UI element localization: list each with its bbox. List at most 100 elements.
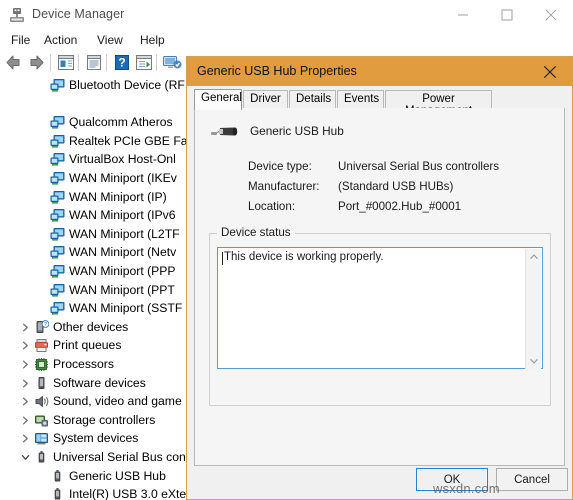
tree-item-label: Bluetooth Device (RF: [69, 78, 185, 92]
window-title: Device Manager: [32, 7, 125, 21]
usb-device-icon: [50, 487, 65, 500]
svg-text:?: ?: [44, 322, 47, 328]
tree-item[interactable]: Generic USB Hub: [0, 467, 200, 486]
device-status-textbox[interactable]: This device is working properly.: [217, 247, 543, 369]
usb-hub-icon: [208, 120, 240, 146]
forward-arrow-icon[interactable]: [25, 52, 47, 73]
device-status-label: Device status: [217, 226, 295, 239]
tab-details[interactable]: Details: [289, 90, 336, 109]
dialog-title: Generic USB Hub Properties: [197, 64, 357, 78]
network-adapter-icon: [50, 264, 65, 279]
network-adapter-icon: [50, 171, 65, 186]
chevron-down-icon[interactable]: [526, 353, 542, 369]
usb-controller-icon: [34, 450, 49, 465]
tree-item-label: Storage controllers: [53, 412, 156, 427]
tree-item-label: WAN Miniport (SSTF: [69, 301, 183, 316]
tree-item[interactable]: Universal Serial Bus con: [0, 448, 200, 467]
menubar: File Action View Help: [0, 29, 573, 50]
network-adapter-icon: [50, 245, 65, 260]
tree-item[interactable]: Bluetooth Device (RF: [0, 76, 200, 95]
chevron-right-icon[interactable]: [21, 322, 30, 333]
tree-item[interactable]: WAN Miniport (Netv: [0, 243, 200, 262]
software-device-icon: [34, 376, 49, 391]
tree-item-label: Print queues: [53, 338, 122, 353]
cancel-button[interactable]: Cancel: [496, 468, 568, 491]
chevron-right-icon[interactable]: [21, 415, 30, 426]
network-adapter-icon: [50, 301, 65, 316]
tree-item[interactable]: WAN Miniport (IPv6: [0, 206, 200, 225]
chevron-right-icon[interactable]: [21, 396, 30, 407]
dialog-close-button[interactable]: [528, 57, 572, 86]
back-arrow-icon[interactable]: [3, 52, 25, 73]
network-adapter-icon: [50, 152, 65, 167]
scan-hardware-icon[interactable]: [133, 52, 155, 73]
tree-item[interactable]: WAN Miniport (PPT: [0, 281, 200, 300]
dialog-tabstrip: GeneralDriverDetailsEventsPower Manageme…: [194, 89, 565, 117]
tree-item-label: WAN Miniport (IPv6: [69, 208, 176, 223]
maximize-button[interactable]: [485, 0, 529, 30]
tree-item-label: WAN Miniport (L2TF: [69, 226, 180, 241]
network-adapter-icon: [50, 115, 65, 130]
properties-icon[interactable]: [55, 52, 77, 73]
chevron-right-icon[interactable]: [21, 378, 30, 389]
menu-item-file[interactable]: File: [6, 32, 35, 48]
tree-item-label: WAN Miniport (PPT: [69, 282, 175, 297]
tree-item[interactable]: ? Other devices: [0, 318, 200, 337]
tree-item[interactable]: WAN Miniport (SSTF: [0, 299, 200, 318]
chevron-right-icon[interactable]: [21, 340, 30, 351]
tree-item-label: Realtek PCIe GBE Fa: [69, 133, 188, 148]
device-type-value: Universal Serial Bus controllers: [338, 160, 500, 173]
tree-item[interactable]: WAN Miniport (PPP: [0, 262, 200, 281]
help-icon[interactable]: ?: [111, 52, 133, 73]
tree-item-label: System devices: [53, 431, 139, 446]
update-driver-icon[interactable]: [161, 52, 183, 73]
tab-events[interactable]: Events: [337, 90, 384, 109]
dialog-titlebar: Generic USB Hub Properties: [187, 57, 572, 86]
device-status-text: This device is working properly.: [224, 251, 384, 263]
tab-driver[interactable]: Driver: [243, 90, 288, 109]
screenshot-root: Device Manager File Action View Help ? B…: [0, 0, 573, 500]
generic-usb-hub-properties-dialog: Generic USB Hub Properties General Driver…: [186, 56, 573, 500]
chevron-right-icon[interactable]: [21, 433, 30, 444]
device-type-label: Device type:: [248, 160, 312, 173]
tree-item[interactable]: Storage controllers: [0, 411, 200, 430]
tree-item[interactable]: Intel(R) USB 3.0 eXte: [0, 485, 200, 500]
tree-item-label: WAN Miniport (IP): [69, 189, 167, 204]
text-caret: [222, 252, 223, 265]
details-icon[interactable]: [83, 52, 105, 73]
status-scrollbar[interactable]: [525, 249, 541, 369]
tree-item[interactable]: WAN Miniport (IP): [0, 188, 200, 207]
tree-item[interactable]: Sound, video and game: [0, 392, 200, 411]
tree-item[interactable]: WAN Miniport (IKEv: [0, 169, 200, 188]
menu-item-help[interactable]: Help: [135, 32, 170, 48]
minimize-button[interactable]: [441, 0, 485, 30]
network-adapter-icon: [50, 283, 65, 298]
tree-item[interactable]: Qualcomm Atheros: [0, 113, 200, 132]
tree-item[interactable]: WAN Miniport (L2TF: [0, 225, 200, 244]
tree-item[interactable]: System devices: [0, 429, 200, 448]
tree-item-label: Sound, video and game: [53, 394, 182, 409]
menu-item-action[interactable]: Action: [39, 32, 82, 48]
dialog-button-row: OK Cancel: [187, 466, 572, 499]
tree-item[interactable]: Print queues: [0, 336, 200, 355]
chevron-right-icon[interactable]: [21, 359, 30, 370]
unknown-device-icon: ?: [34, 319, 50, 335]
sound-device-icon: [34, 394, 49, 409]
tree-item-label: Intel(R) USB 3.0 eXte: [69, 487, 187, 500]
chevron-down-icon[interactable]: [21, 452, 30, 463]
menu-item-view[interactable]: View: [92, 32, 128, 48]
chevron-up-icon[interactable]: [526, 249, 542, 265]
tree-item[interactable]: Realtek PCIe GBE Fa: [0, 132, 200, 151]
device-manager-icon: [9, 7, 25, 23]
tab-power-management[interactable]: Power Management: [385, 90, 492, 117]
svg-text:?: ?: [118, 56, 125, 70]
tree-item[interactable]: Software devices: [0, 374, 200, 393]
tree-item[interactable]: VirtualBox Host-Onl: [0, 150, 200, 169]
tree-item[interactable]: Processors: [0, 355, 200, 374]
tree-item-label: WAN Miniport (PPP: [69, 264, 176, 278]
close-button[interactable]: [529, 0, 573, 30]
manufacturer-label: Manufacturer:: [248, 180, 320, 193]
usb-device-icon: [50, 469, 65, 484]
tab-general[interactable]: General: [194, 89, 242, 110]
tree-item-label: VirtualBox Host-Onl: [69, 152, 176, 167]
